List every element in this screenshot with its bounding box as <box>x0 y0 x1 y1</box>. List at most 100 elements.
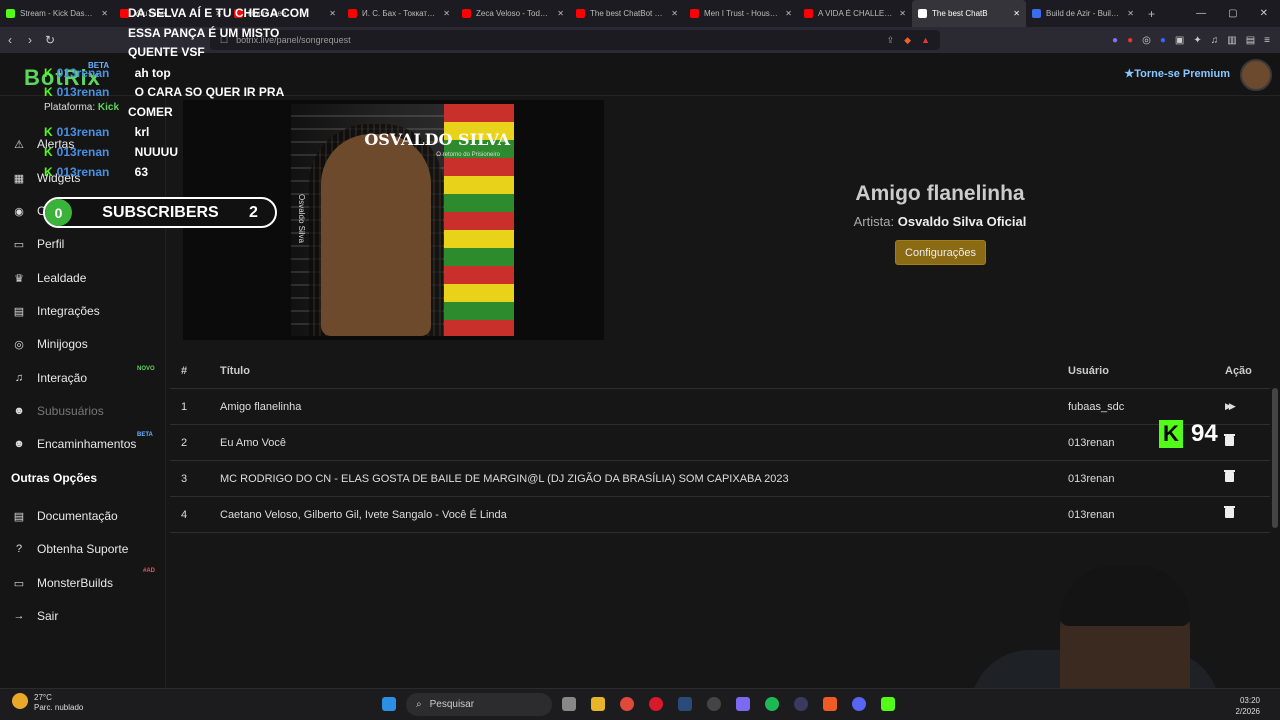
sidebar-item-label: Perfil <box>37 237 65 251</box>
app-icon[interactable] <box>794 697 808 711</box>
spotify-icon[interactable] <box>765 697 779 711</box>
brave-shield-icon[interactable]: ◆ <box>904 35 911 46</box>
close-window-icon[interactable]: ✕ <box>1260 8 1268 19</box>
delete-button[interactable] <box>1224 434 1235 449</box>
extension-icon[interactable]: ▣ <box>1175 35 1184 46</box>
close-tab-icon[interactable]: ✕ <box>329 9 336 18</box>
steam-icon[interactable] <box>678 697 692 711</box>
cover-vertical-text: Osvaldo Silva <box>296 194 306 243</box>
sidebar-item[interactable]: ☻ Encaminhamentos BETA <box>11 432 161 451</box>
media-icon[interactable]: ♫ <box>1211 35 1219 46</box>
cell-title: Amigo flanelinha <box>220 400 302 413</box>
warning-icon: ⚠ <box>14 138 24 151</box>
weather-widget[interactable]: 27°C Parc. nublado <box>12 693 83 713</box>
brave-icon[interactable] <box>823 697 837 711</box>
chat-message: DA SELVA AÍ E TU CHEGA COM <box>128 6 309 20</box>
sidebar-item[interactable]: → Sair <box>11 609 161 623</box>
close-tab-icon[interactable]: ✕ <box>557 9 564 18</box>
close-tab-icon[interactable]: ✕ <box>1013 9 1020 18</box>
close-tab-icon[interactable]: ✕ <box>443 9 450 18</box>
weather-icon <box>12 693 28 709</box>
app-icon[interactable] <box>736 697 750 711</box>
sidebar-item[interactable]: ♛ Lealdade <box>11 271 161 285</box>
forward-icon[interactable]: › <box>20 33 40 47</box>
browser-tab[interactable]: И. С. Бах - Токката и ф ✕ <box>342 0 456 27</box>
chat-username: 013renan <box>56 145 110 159</box>
sidebar-item[interactable]: ☻ Subusuários <box>11 404 161 418</box>
integrations-icon: ▤ <box>13 305 25 318</box>
browser-tab[interactable]: The best ChatBot and ✕ <box>570 0 684 27</box>
chat-username: 013renan <box>56 125 110 139</box>
sidebar-item[interactable]: ? Obtenha Suporte <box>11 542 161 556</box>
task-view-icon[interactable] <box>562 697 576 711</box>
close-tab-icon[interactable]: ✕ <box>101 9 108 18</box>
delete-button[interactable] <box>1224 470 1235 485</box>
chat-text: QUENTE VSF <box>128 45 205 59</box>
chat-text: 63 <box>134 165 149 179</box>
discord-icon[interactable] <box>852 697 866 711</box>
settings-button[interactable]: Configurações <box>895 240 986 265</box>
back-icon[interactable]: ‹ <box>0 33 20 47</box>
sidebar-item-label: Minijogos <box>37 337 88 351</box>
extension-icon[interactable]: ◎ <box>1142 35 1151 46</box>
brave-rewards-icon[interactable]: ▲ <box>921 35 930 46</box>
cover-portrait <box>321 134 431 336</box>
premium-link[interactable]: ★Torne-se Premium <box>1124 67 1230 80</box>
reload-icon[interactable]: ↻ <box>40 33 60 47</box>
table-row: 1 Amigo flanelinha fubaas_sdc ▶▶ <box>170 389 1270 425</box>
delete-button[interactable] <box>1224 506 1235 521</box>
close-tab-icon[interactable]: ✕ <box>671 9 678 18</box>
skip-icon[interactable]: ▶▶ <box>1225 401 1236 412</box>
sidebar-toggle-icon[interactable]: ▥ <box>1227 35 1236 46</box>
cover-artist-text: OSVALDO SILVA <box>364 130 510 149</box>
cell-num: 2 <box>181 436 188 449</box>
clock[interactable]: 03:20 2/2026 <box>1236 695 1260 717</box>
file-explorer-icon[interactable] <box>591 697 605 711</box>
sidebar-item[interactable]: ♫ Interação NOVO <box>11 366 161 385</box>
sidebar-item-label: Documentação <box>37 509 118 523</box>
share-icon[interactable]: ⇪ <box>887 35 895 46</box>
obs-icon[interactable] <box>707 697 721 711</box>
opera-icon[interactable] <box>649 697 663 711</box>
group-icon: ☻ <box>13 438 25 450</box>
new-tab-icon[interactable]: + <box>1140 7 1163 21</box>
favicon-icon <box>6 9 15 18</box>
browser-tab[interactable]: A VIDA É CHALLENGE ✕ <box>798 0 912 27</box>
app-icon[interactable] <box>881 697 895 711</box>
browser-tab[interactable]: Zeca Veloso - Todo Ho ✕ <box>456 0 570 27</box>
avatar[interactable] <box>1240 59 1272 91</box>
puzzle-icon[interactable]: ✦ <box>1193 35 1201 46</box>
close-tab-icon[interactable]: ✕ <box>1127 9 1134 18</box>
sidebar-item[interactable]: ◎ Minijogos <box>11 337 161 351</box>
song-queue-table: # Título Usuário Ação 1 Amigo flanelinha f… <box>170 354 1270 533</box>
close-tab-icon[interactable]: ✕ <box>785 9 792 18</box>
chat-message: K 013renan krl <box>44 125 149 139</box>
favicon-icon <box>918 9 927 18</box>
maximize-icon[interactable]: ▢ <box>1228 8 1237 19</box>
windows-start-icon[interactable] <box>382 697 396 711</box>
address-bar[interactable]: ☐ botrix.live/panel/songrequest ⇪ ◆ ▲ <box>210 30 940 50</box>
kick-icon: K <box>44 145 53 159</box>
wallet-icon[interactable]: ▤ <box>1246 35 1255 46</box>
sidebar-item[interactable]: ▤ Documentação <box>11 509 161 523</box>
close-tab-icon[interactable]: ✕ <box>899 9 906 18</box>
menu-icon[interactable]: ≡ <box>1264 35 1270 46</box>
browser-tab[interactable]: Build de Azir - Builds c ✕ <box>1026 0 1140 27</box>
taskbar-search[interactable]: ⌕ Pesquisar <box>406 693 552 716</box>
sidebar-item[interactable]: ▤ Integrações <box>11 304 161 318</box>
minimize-icon[interactable]: — <box>1196 8 1206 19</box>
extension-icon[interactable]: ● <box>1127 35 1133 46</box>
kick-icon: K <box>44 85 53 99</box>
favicon-icon <box>804 9 813 18</box>
tab-label: The best ChatBot and <box>590 9 667 18</box>
browser-tab[interactable]: Stream - Kick Dashbo ✕ <box>0 0 114 27</box>
extension-icon[interactable]: ● <box>1160 35 1166 46</box>
extension-icon[interactable]: ● <box>1112 35 1118 46</box>
sidebar-item[interactable]: ▭ MonsterBuilds #AD <box>11 568 161 590</box>
chrome-icon[interactable] <box>620 697 634 711</box>
sidebar-item[interactable]: ▭ Perfil <box>11 237 161 251</box>
browser-tab[interactable]: The best ChatB ✕ <box>912 0 1026 27</box>
browser-tab[interactable]: Men I Trust - House Ed ✕ <box>684 0 798 27</box>
monitor-icon: ▭ <box>13 577 25 590</box>
table-scrollbar[interactable] <box>1272 388 1278 528</box>
